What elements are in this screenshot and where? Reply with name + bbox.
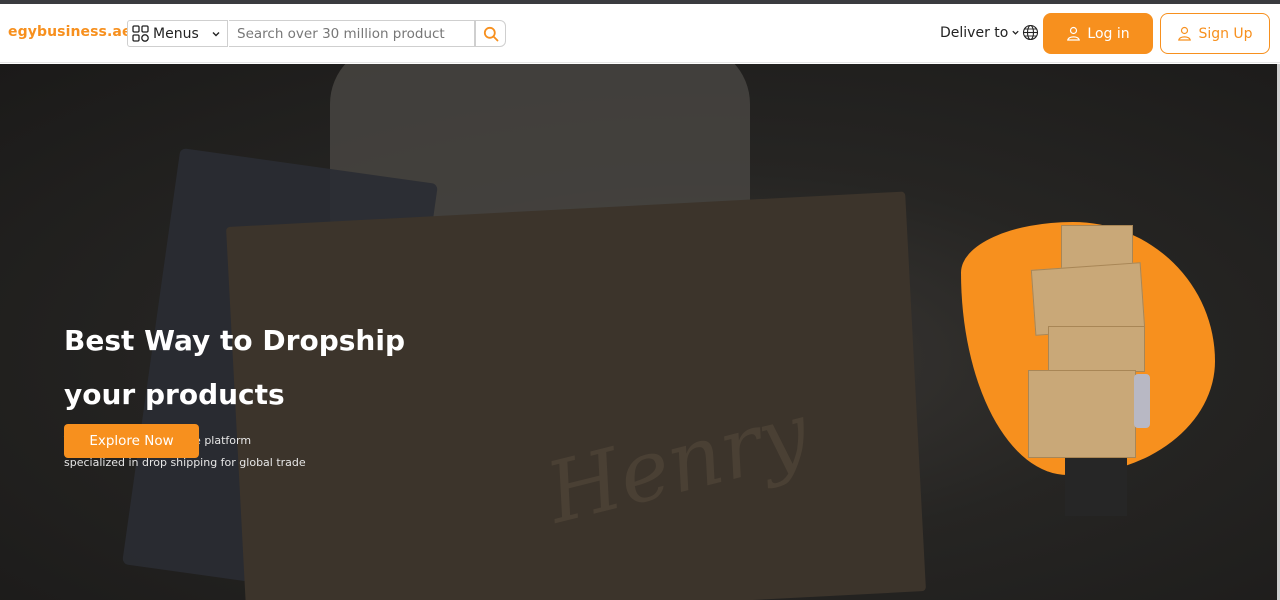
site-header: egybusiness.ae Menus Deliver to (0, 4, 1280, 63)
signup-label: Sign Up (1198, 25, 1253, 42)
person-arm (1134, 374, 1150, 428)
deliver-to-selector[interactable]: Deliver to (940, 24, 1039, 41)
menus-label: Menus (153, 25, 199, 42)
search-icon (483, 26, 498, 41)
package-box-2 (1030, 262, 1146, 336)
hero-title-line-2: your products (64, 378, 285, 411)
search-input[interactable] (229, 20, 475, 47)
globe-icon (1023, 24, 1039, 41)
chevron-down-icon (1012, 30, 1019, 35)
hero-title: Best Way to Dropship your products (64, 314, 484, 422)
package-box-4 (1028, 370, 1136, 458)
menus-button[interactable]: Menus (127, 20, 228, 47)
explore-now-button[interactable]: Explore Now (64, 424, 199, 458)
login-label: Log in (1087, 25, 1130, 42)
person-legs (1065, 458, 1127, 516)
hero-title-line-1: Best Way to Dropship (64, 324, 405, 357)
chevron-down-icon (212, 31, 220, 36)
user-icon (1067, 26, 1081, 41)
search-button[interactable] (475, 20, 506, 47)
grid-icon (132, 25, 149, 42)
package-box-3 (1048, 326, 1145, 372)
login-button[interactable]: Log in (1043, 13, 1153, 54)
signup-button[interactable]: Sign Up (1160, 13, 1270, 54)
user-icon (1178, 26, 1192, 41)
site-logo[interactable]: egybusiness.ae (8, 24, 132, 40)
deliver-to-label: Deliver to (940, 24, 1009, 41)
